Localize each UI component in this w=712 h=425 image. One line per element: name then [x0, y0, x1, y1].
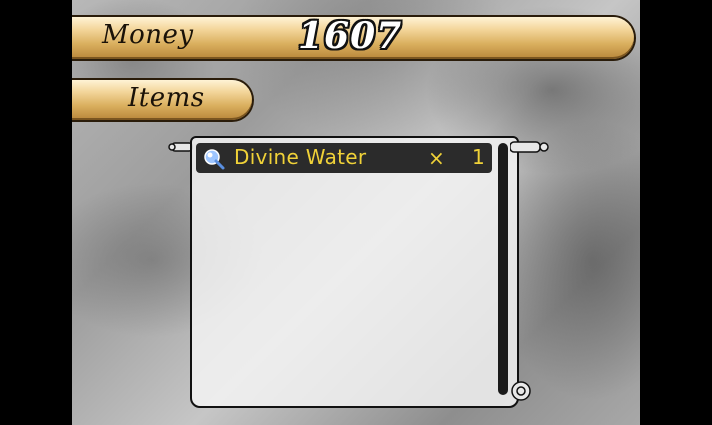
items-tab-label: Items: [128, 83, 205, 113]
scroll-rod-right-icon: [510, 141, 549, 153]
money-bar: Money 1607: [72, 15, 634, 59]
game-screen: Money 1607 Items Divine Water × 1: [72, 0, 640, 425]
list-item[interactable]: Divine Water × 1: [196, 143, 492, 173]
item-name: Divine Water: [234, 145, 367, 169]
scroll-curl-icon: [511, 381, 531, 401]
item-times-sign: ×: [428, 146, 445, 170]
list-scrollbar[interactable]: [498, 143, 508, 395]
money-label: Money: [102, 20, 194, 50]
items-tab[interactable]: Items: [72, 80, 252, 120]
gem-icon: [204, 149, 225, 170]
item-quantity: 1: [472, 145, 485, 169]
item-list-scroll: [190, 136, 519, 408]
money-value: 1607: [298, 15, 403, 57]
